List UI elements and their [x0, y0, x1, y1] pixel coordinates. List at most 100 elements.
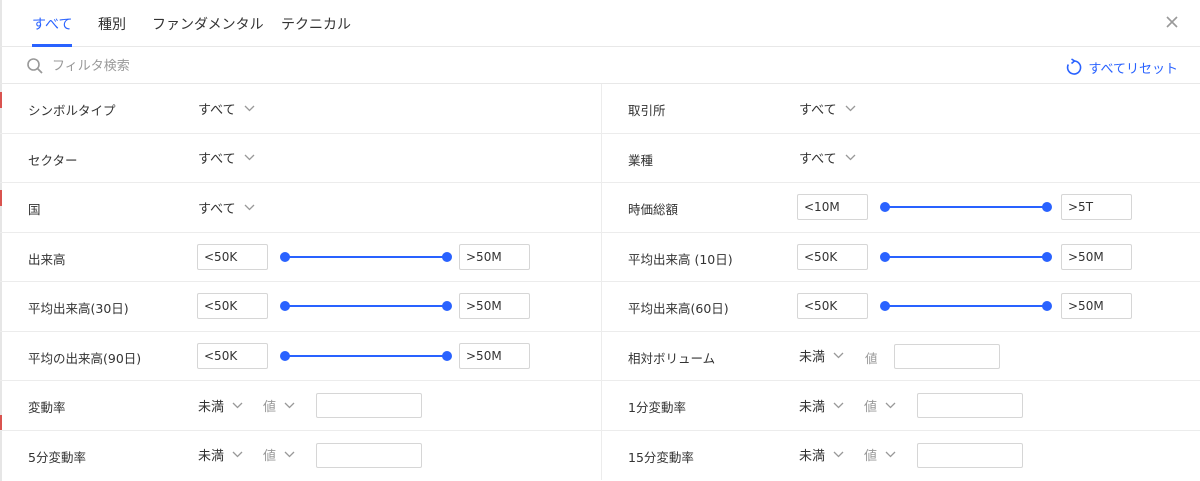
- filter-label: 時価総額: [628, 202, 679, 217]
- avg-volume-30d-range-slider[interactable]: [280, 300, 452, 312]
- filter-change-1m: 1分変動率 未満 値: [602, 381, 1200, 430]
- slider-max-handle[interactable]: [1042, 251, 1052, 262]
- dropdown-value: 値: [864, 399, 878, 415]
- dropdown-value: すべて: [799, 152, 837, 167]
- slider-min-handle[interactable]: [880, 202, 890, 212]
- tab-type[interactable]: 種別: [98, 14, 126, 47]
- slider-max-handle[interactable]: [1042, 301, 1052, 311]
- change-1m-operator-dropdown[interactable]: 未満: [799, 395, 844, 415]
- avg-volume-10d-range-slider[interactable]: [880, 251, 1052, 263]
- tab-bar: すべて 種別 ファンダメンタル テクニカル: [0, 0, 1200, 47]
- change-operator-dropdown[interactable]: 未満: [198, 395, 243, 415]
- avg-volume-90d-min-input[interactable]: <50K: [197, 342, 268, 369]
- slider-min-handle[interactable]: [880, 251, 890, 262]
- dropdown-value: 未満: [198, 399, 225, 415]
- tab-all[interactable]: すべて: [32, 14, 73, 47]
- filter-label: 1分変動率: [628, 400, 686, 415]
- market-cap-max-input[interactable]: >5T: [1061, 194, 1132, 220]
- industry-dropdown[interactable]: すべて: [799, 148, 856, 168]
- slider-track: [284, 255, 448, 258]
- filter-label: 出来高: [28, 251, 66, 267]
- reset-all-button[interactable]: すべてリセット: [1066, 57, 1178, 77]
- sector-dropdown[interactable]: すべて: [198, 148, 255, 168]
- dropdown-value: すべて: [198, 102, 236, 118]
- filter-exchange: 取引所 すべて: [602, 84, 1200, 133]
- chevron-down-icon: [244, 154, 255, 161]
- chevron-down-icon: [885, 451, 896, 458]
- avg-volume-60d-max-input[interactable]: >50M: [1061, 293, 1132, 319]
- slider-min-handle[interactable]: [280, 350, 290, 361]
- dropdown-value: 値: [263, 449, 277, 464]
- slider-track: [284, 305, 448, 307]
- filter-label: 15分変動率: [628, 449, 694, 465]
- filter-search-input[interactable]: [52, 54, 452, 78]
- avg-volume-90d-max-input[interactable]: >50M: [459, 342, 530, 369]
- tab-technical[interactable]: テクニカル: [281, 14, 351, 47]
- dropdown-value: すべて: [799, 102, 837, 118]
- slider-max-handle[interactable]: [442, 251, 452, 262]
- avg-volume-60d-range-slider[interactable]: [880, 300, 1052, 312]
- reset-all-label: すべてリセット: [1088, 61, 1178, 77]
- chevron-down-icon: [845, 154, 856, 161]
- relative-volume-value-input[interactable]: [894, 343, 1000, 369]
- filter-avg-volume-10d: 平均出来高 (10日) <50K >50M: [602, 233, 1200, 282]
- country-dropdown[interactable]: すべて: [198, 197, 255, 217]
- dropdown-value: 値: [263, 399, 277, 415]
- slider-track: [884, 305, 1048, 307]
- change-15m-value-input[interactable]: [917, 442, 1023, 468]
- filter-label: シンボルタイプ: [28, 103, 116, 118]
- volume-max-input[interactable]: >50M: [459, 243, 530, 270]
- market-cap-range-slider[interactable]: [880, 201, 1052, 213]
- filter-label: 平均出来高(30日): [28, 301, 129, 316]
- slider-min-handle[interactable]: [280, 251, 290, 262]
- filter-sector: セクター すべて: [0, 133, 602, 182]
- avg-volume-10d-max-input[interactable]: >50M: [1061, 243, 1132, 270]
- filter-change-15m: 15分変動率 未満 値: [602, 431, 1200, 481]
- avg-volume-10d-min-input[interactable]: <50K: [797, 243, 868, 270]
- tab-fundamental[interactable]: ファンダメンタル: [152, 14, 264, 47]
- slider-min-handle[interactable]: [880, 301, 890, 311]
- volume-min-input[interactable]: <50K: [197, 243, 268, 270]
- filter-label: 5分変動率: [28, 449, 86, 465]
- close-icon[interactable]: [1164, 14, 1180, 30]
- slider-min-handle[interactable]: [280, 301, 290, 311]
- change-value-type-dropdown[interactable]: 値: [263, 395, 295, 415]
- filter-avg-volume-60d: 平均出来高(60日) <50K >50M: [602, 282, 1200, 331]
- slider-max-handle[interactable]: [442, 350, 452, 361]
- avg-volume-30d-max-input[interactable]: >50M: [459, 293, 530, 319]
- chevron-down-icon: [232, 451, 243, 458]
- dropdown-value: 未満: [799, 399, 826, 415]
- slider-max-handle[interactable]: [1042, 202, 1052, 212]
- slider-max-handle[interactable]: [442, 301, 452, 311]
- avg-volume-90d-range-slider[interactable]: [280, 350, 452, 362]
- chevron-down-icon: [284, 451, 295, 458]
- change-5m-value-type-dropdown[interactable]: 値: [263, 445, 295, 465]
- slider-track: [884, 255, 1048, 258]
- change-15m-value-type-dropdown[interactable]: 値: [864, 445, 896, 465]
- filter-volume: 出来高 <50K >50M: [0, 232, 602, 281]
- filter-row: セクター すべて 業種 すべて: [0, 133, 1200, 183]
- change-1m-value-input[interactable]: [917, 393, 1023, 418]
- dropdown-value: 未満: [799, 350, 826, 365]
- slider-track: [284, 354, 448, 357]
- avg-volume-60d-min-input[interactable]: <50K: [797, 293, 868, 319]
- exchange-dropdown[interactable]: すべて: [799, 98, 856, 118]
- symbol-type-dropdown[interactable]: すべて: [198, 98, 255, 118]
- filter-change: 変動率 未満 値: [0, 381, 602, 430]
- change-5m-value-input[interactable]: [316, 442, 422, 468]
- avg-volume-30d-min-input[interactable]: <50K: [197, 293, 268, 319]
- change-15m-operator-dropdown[interactable]: 未満: [799, 445, 844, 465]
- dropdown-value: 未満: [799, 449, 826, 464]
- change-value-input[interactable]: [316, 393, 422, 418]
- filter-label: 業種: [628, 152, 654, 168]
- volume-range-slider[interactable]: [280, 251, 452, 263]
- dropdown-value: 未満: [198, 449, 225, 464]
- market-cap-min-input[interactable]: <10M: [797, 194, 868, 220]
- dropdown-value: すべて: [198, 201, 236, 217]
- change-5m-operator-dropdown[interactable]: 未満: [198, 445, 243, 465]
- relative-volume-operator-dropdown[interactable]: 未満: [799, 346, 844, 366]
- slider-track: [884, 206, 1048, 208]
- chevron-down-icon: [833, 352, 844, 359]
- filter-search-bar: すべてリセット: [0, 48, 1200, 84]
- change-1m-value-type-dropdown[interactable]: 値: [864, 395, 896, 415]
